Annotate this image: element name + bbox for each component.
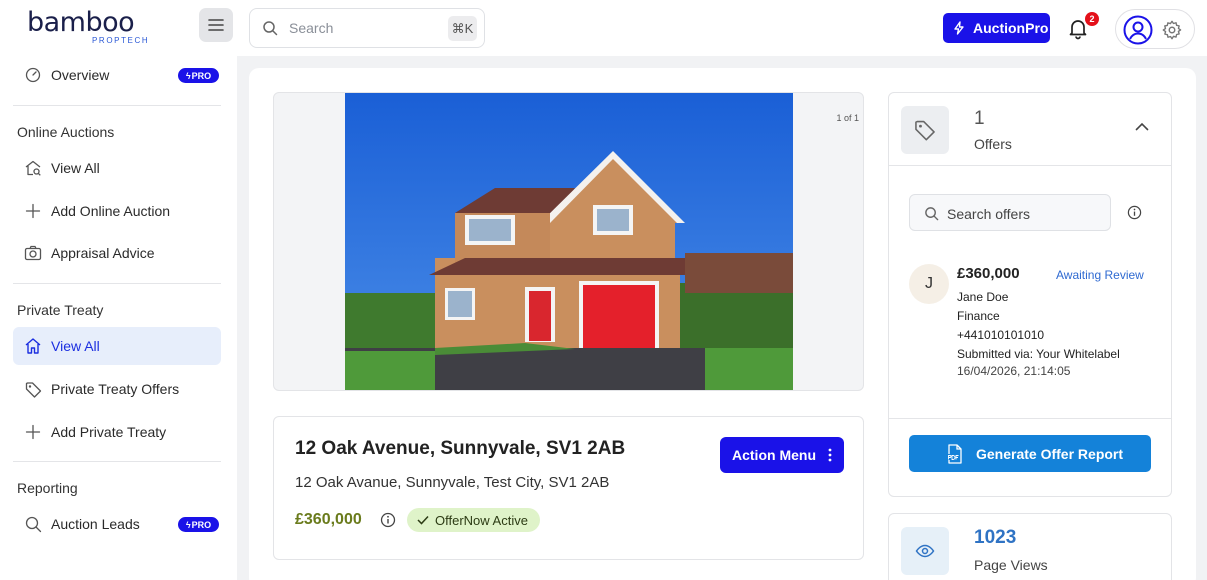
global-search-input[interactable]: Search ⌘K xyxy=(249,8,485,48)
pro-badge-label: PRO xyxy=(191,70,212,81)
chevron-up-icon[interactable] xyxy=(1135,122,1149,131)
lightning-icon xyxy=(954,21,964,35)
views-eye-icon-box xyxy=(901,527,949,575)
search-icon xyxy=(263,21,278,36)
info-icon[interactable] xyxy=(1127,205,1142,220)
sidebar-item-label: Overview xyxy=(51,67,110,83)
offers-card: 1 Offers Search offers J £360,000 Awaiti… xyxy=(888,92,1172,497)
property-title: 12 Oak Avenue, Sunnyvale, SV1 2AB xyxy=(295,438,626,459)
eye-icon xyxy=(915,544,935,558)
offer-status[interactable]: Awaiting Review xyxy=(1056,268,1144,282)
sidebar-item-private-treaty-offers[interactable]: Private Treaty Offers xyxy=(13,370,221,408)
user-menu[interactable] xyxy=(1115,9,1195,49)
sidebar-item-label: Add Private Treaty xyxy=(51,424,167,440)
page-views-card: 1023 Page Views xyxy=(888,513,1172,580)
page-views-count: 1023 xyxy=(974,527,1017,548)
gallery-counter: 1 of 1 xyxy=(836,113,859,123)
sidebar-divider xyxy=(13,461,221,462)
property-address: 12 Oak Avanue, Sunnyvale, Test City, SV1… xyxy=(295,474,610,491)
more-vertical-icon xyxy=(828,448,832,462)
section-title-online-auctions: Online Auctions xyxy=(17,124,115,140)
pro-badge: ϟ PRO xyxy=(178,68,219,83)
search-placeholder: Search xyxy=(289,20,334,36)
sidebar-item-label: Auction Leads xyxy=(51,516,140,532)
pro-badge: ϟ PRO xyxy=(178,517,219,532)
generate-offer-report-label: Generate Offer Report xyxy=(976,445,1124,462)
dashboard-gauge-icon xyxy=(24,66,42,84)
sidebar-item-private-view-all[interactable]: View All xyxy=(13,327,221,365)
auction-pro-label: AuctionPro xyxy=(973,20,1049,36)
info-icon[interactable] xyxy=(380,512,396,528)
sidebar-item-add-online-auction[interactable]: Add Online Auction xyxy=(13,192,221,230)
sidebar-item-label: Private Treaty Offers xyxy=(51,381,180,397)
offer-avatar: J xyxy=(909,264,949,304)
lightning-icon: ϟ xyxy=(185,70,191,81)
pdf-file-icon xyxy=(947,443,962,464)
auction-pro-button[interactable]: AuctionPro xyxy=(943,13,1050,43)
section-title-private-treaty: Private Treaty xyxy=(17,302,104,318)
sidebar-item-add-private-treaty[interactable]: Add Private Treaty xyxy=(13,413,221,451)
sidebar-divider xyxy=(13,105,221,106)
sidebar-item-label: View All xyxy=(51,160,100,176)
sidebar-item-online-view-all[interactable]: View All xyxy=(13,149,221,187)
sidebar-item-overview[interactable]: Overview ϟ PRO xyxy=(13,56,221,94)
offers-label: Offers xyxy=(974,136,1012,152)
house-search-icon xyxy=(24,159,42,177)
offer-amount: £360,000 xyxy=(957,265,1020,282)
offers-divider xyxy=(889,165,1171,166)
top-bar: bamboo PROPTECH Search ⌘K AuctionPro 2 xyxy=(0,0,1207,56)
sidebar-item-label: Appraisal Advice xyxy=(51,245,155,261)
sidebar-item-appraisal-advice[interactable]: Appraisal Advice xyxy=(13,234,221,272)
camera-icon xyxy=(24,244,42,262)
offer-date: 16/04/2026, 21:14:05 xyxy=(957,364,1071,378)
status-label: OfferNow Active xyxy=(435,512,528,528)
search-icon xyxy=(925,207,939,221)
user-avatar-icon[interactable] xyxy=(1122,14,1154,46)
offer-search-input[interactable]: Search offers xyxy=(909,194,1111,231)
plus-icon xyxy=(24,202,42,220)
property-photo[interactable] xyxy=(345,93,793,391)
offer-phone: +441010101010 xyxy=(957,328,1045,342)
tag-icon xyxy=(915,120,935,141)
offers-divider xyxy=(889,418,1171,419)
search-shortcut: ⌘K xyxy=(448,16,477,41)
pro-badge-label: PRO xyxy=(191,519,212,530)
offer-finance: Finance xyxy=(957,309,1000,323)
plus-icon xyxy=(24,423,42,441)
tag-icon xyxy=(24,380,42,398)
property-price: £360,000 xyxy=(295,511,362,528)
search-icon xyxy=(24,515,42,533)
offers-count: 1 xyxy=(974,108,985,129)
brand-logo[interactable]: bamboo PROPTECH xyxy=(27,9,152,49)
sidebar: Overview ϟ PRO Online Auctions View All A… xyxy=(0,56,237,580)
status-badge: OfferNow Active xyxy=(407,508,540,532)
lightning-icon: ϟ xyxy=(185,519,191,530)
offers-tag-icon-box xyxy=(901,106,949,154)
sidebar-divider xyxy=(13,283,221,284)
offer-name: Jane Doe xyxy=(957,290,1009,304)
offer-search-placeholder: Search offers xyxy=(947,206,1031,222)
hamburger-menu-button[interactable] xyxy=(199,8,233,42)
brand-name: bamboo xyxy=(27,7,135,38)
page-views-label: Page Views xyxy=(974,557,1048,573)
hamburger-icon xyxy=(208,19,224,31)
action-menu-button[interactable]: Action Menu xyxy=(720,437,844,473)
home-icon xyxy=(24,337,42,355)
generate-offer-report-button[interactable]: Generate Offer Report xyxy=(909,435,1151,472)
sidebar-item-label: View All xyxy=(51,338,100,354)
property-gallery[interactable]: 1 of 1 xyxy=(273,92,864,391)
section-title-reporting: Reporting xyxy=(17,480,78,496)
action-menu-label: Action Menu xyxy=(732,447,816,463)
sidebar-item-auction-leads[interactable]: Auction Leads ϟ PRO xyxy=(13,505,221,543)
gear-icon[interactable] xyxy=(1161,19,1183,41)
sidebar-item-label: Add Online Auction xyxy=(51,203,171,219)
notification-badge: 2 xyxy=(1085,12,1099,26)
checkmark-icon xyxy=(417,515,429,525)
offer-submitted-via: Submitted via: Your Whitelabel xyxy=(957,347,1120,361)
property-details-card: 12 Oak Avenue, Sunnyvale, SV1 2AB 12 Oak… xyxy=(273,416,864,560)
brand-subtitle: PROPTECH xyxy=(92,36,150,45)
